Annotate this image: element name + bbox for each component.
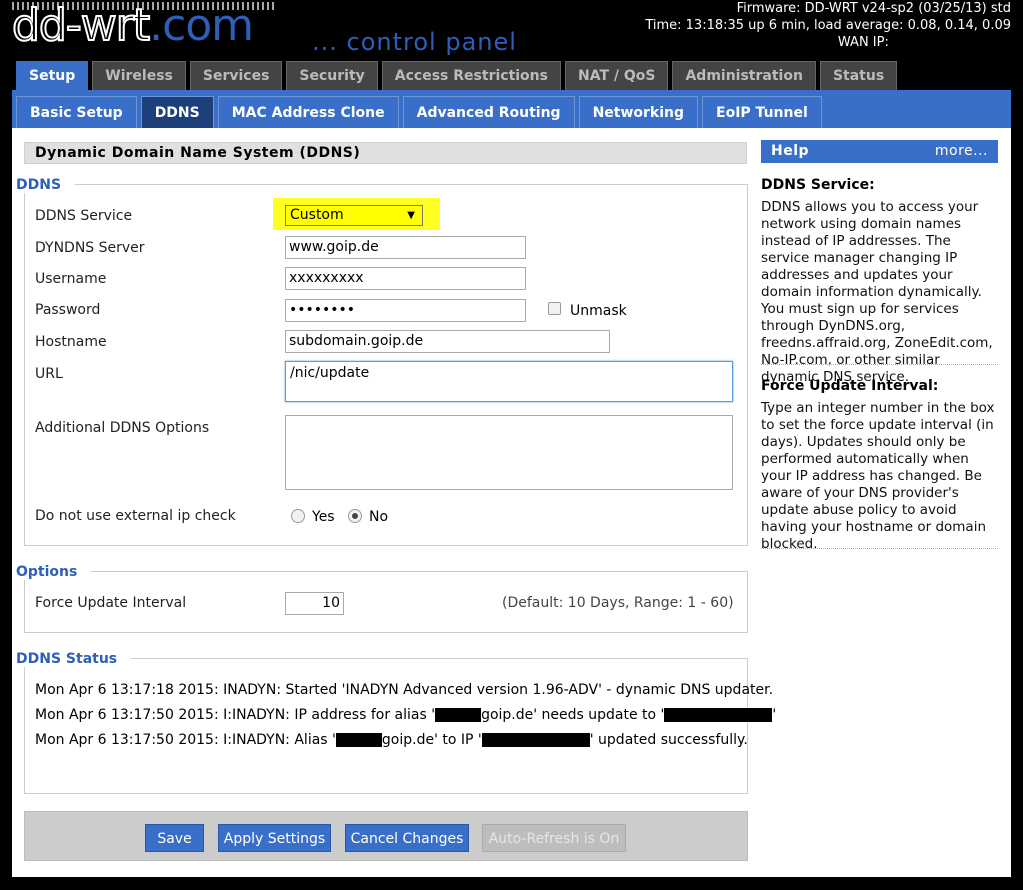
redacted-ip — [481, 733, 590, 747]
subtab-basic-setup[interactable]: Basic Setup — [16, 96, 137, 128]
external-ip-no-label: No — [369, 509, 389, 525]
url-label: URL — [35, 366, 63, 382]
apply-settings-button[interactable]: Apply Settings — [218, 824, 331, 852]
button-bar: Save Apply Settings Cancel Changes Auto-… — [24, 811, 748, 861]
status-line-3-c: ' updated successfully. — [589, 732, 748, 748]
help-ddns-service-text: DDNS allows you to access your network u… — [761, 199, 993, 385]
external-ip-check-label: Do not use external ip check — [35, 508, 236, 524]
tab-status[interactable]: Status — [819, 61, 898, 90]
firmware-version: Firmware: DD-WRT v24-sp2 (03/25/13) std — [736, 1, 1011, 16]
status-line-3: Mon Apr 6 13:17:50 2015: I:INADYN: Alias… — [35, 732, 748, 748]
additional-options-textarea[interactable] — [285, 415, 733, 490]
ddns-service-select[interactable]: Custom ▼ — [285, 205, 423, 226]
logo-domain: .com — [149, 0, 254, 51]
status-line-3-a: Mon Apr 6 13:17:50 2015: I:INADYN: Alias… — [35, 732, 336, 748]
status-legend: DDNS Status — [16, 651, 132, 667]
system-info: Firmware: DD-WRT v24-sp2 (03/25/13) std … — [645, 0, 1011, 51]
wan-ip: WAN IP: — [645, 34, 1011, 51]
unmask-label: Unmask — [570, 303, 627, 319]
wan-ip-redacted — [893, 36, 1011, 49]
options-legend: Options — [16, 564, 92, 580]
subtab-eoip-tunnel[interactable]: EoIP Tunnel — [702, 96, 822, 128]
force-update-label: Force Update Interval — [35, 595, 187, 611]
logo-text: dd-wrt — [11, 0, 151, 51]
tab-access-restrictions[interactable]: Access Restrictions — [381, 61, 561, 90]
status-line-3-b: goip.de' to IP ' — [381, 732, 482, 748]
force-update-hint: (Default: 10 Days, Range: 1 - 60) — [502, 595, 734, 611]
dyndns-server-label: DYNDNS Server — [35, 240, 145, 256]
status-line-1: Mon Apr 6 13:17:18 2015: INADYN: Started… — [35, 682, 774, 698]
main-panel: Dynamic Domain Name System (DDNS) DDNS D… — [12, 128, 776, 877]
sub-tabs: Basic Setup DDNS MAC Address Clone Advan… — [16, 96, 822, 128]
help-more-link[interactable]: more... — [935, 140, 988, 163]
uptime: Time: 13:18:35 up 6 min, load average: 0… — [645, 18, 1011, 33]
status-line-2-a: Mon Apr 6 13:17:50 2015: I:INADYN: IP ad… — [35, 707, 436, 723]
additional-options-label: Additional DDNS Options — [35, 420, 210, 436]
password-label: Password — [35, 302, 101, 318]
status-line-2-b: goip.de' needs update to ' — [481, 707, 665, 723]
dropdown-arrow-icon: ▼ — [407, 210, 415, 221]
page-title: Dynamic Domain Name System (DDNS) — [24, 142, 747, 164]
hostname-label: Hostname — [35, 334, 107, 350]
wan-ip-label: WAN IP: — [837, 35, 889, 50]
force-update-input[interactable]: 10 — [285, 592, 344, 615]
unmask-checkbox[interactable] — [548, 302, 561, 315]
help-force-update-title: Force Update Interval: — [761, 378, 939, 394]
subtab-networking[interactable]: Networking — [578, 96, 699, 128]
subtab-ddns[interactable]: DDNS — [140, 96, 214, 128]
redacted-ip — [664, 708, 773, 722]
password-input[interactable]: •••••••• — [285, 299, 526, 322]
help-divider — [761, 548, 998, 549]
help-ddns-service-title: DDNS Service: — [761, 177, 875, 193]
tab-wireless[interactable]: Wireless — [92, 61, 186, 90]
help-panel: Help more... DDNS Service: DDNS allows y… — [760, 128, 1011, 877]
status-line-2: Mon Apr 6 13:17:50 2015: I:INADYN: IP ad… — [35, 707, 776, 723]
cancel-changes-button[interactable]: Cancel Changes — [345, 824, 469, 852]
help-divider — [761, 364, 998, 365]
ddns-service-value: Custom — [290, 207, 344, 223]
url-textarea[interactable]: /nic/update — [285, 361, 733, 402]
tab-administration[interactable]: Administration — [672, 61, 816, 90]
subtab-advanced-routing[interactable]: Advanced Routing — [402, 96, 575, 128]
header: dd-wrt.com ... control panel Firmware: D… — [0, 0, 1023, 60]
external-ip-yes-label: Yes — [312, 509, 335, 525]
help-title: Help — [771, 143, 810, 159]
save-button[interactable]: Save — [145, 824, 204, 852]
username-label: Username — [35, 271, 107, 287]
tab-services[interactable]: Services — [189, 61, 283, 90]
sub-tab-bar: Basic Setup DDNS MAC Address Clone Advan… — [12, 90, 1011, 128]
control-panel-subtitle: ... control panel — [312, 28, 517, 56]
help-force-update-text: Type an integer number in the box to set… — [761, 400, 995, 552]
subtab-mac-address-clone[interactable]: MAC Address Clone — [217, 96, 399, 128]
ddns-service-label: DDNS Service — [35, 208, 133, 224]
status-fieldset — [24, 658, 748, 794]
dyndns-server-input[interactable]: www.goip.de — [285, 236, 526, 259]
auto-refresh-button[interactable]: Auto-Refresh is On — [482, 824, 626, 852]
hostname-input[interactable]: subdomain.goip.de — [285, 330, 610, 353]
tab-security[interactable]: Security — [286, 61, 378, 90]
main-tabs: Setup Wireless Services Security Access … — [16, 61, 898, 90]
help-header: Help more... — [761, 140, 998, 163]
tab-setup[interactable]: Setup — [16, 61, 89, 90]
tab-nat-qos[interactable]: NAT / QoS — [564, 61, 669, 90]
external-ip-no-radio[interactable] — [348, 509, 362, 523]
redacted-alias — [335, 733, 382, 747]
logo: dd-wrt.com — [11, 0, 254, 51]
content-area: Dynamic Domain Name System (DDNS) DDNS D… — [12, 128, 1011, 877]
ddns-legend: DDNS — [16, 177, 76, 193]
external-ip-yes-radio[interactable] — [291, 509, 305, 523]
redacted-alias — [435, 708, 482, 722]
username-input[interactable]: xxxxxxxxx — [285, 267, 526, 290]
